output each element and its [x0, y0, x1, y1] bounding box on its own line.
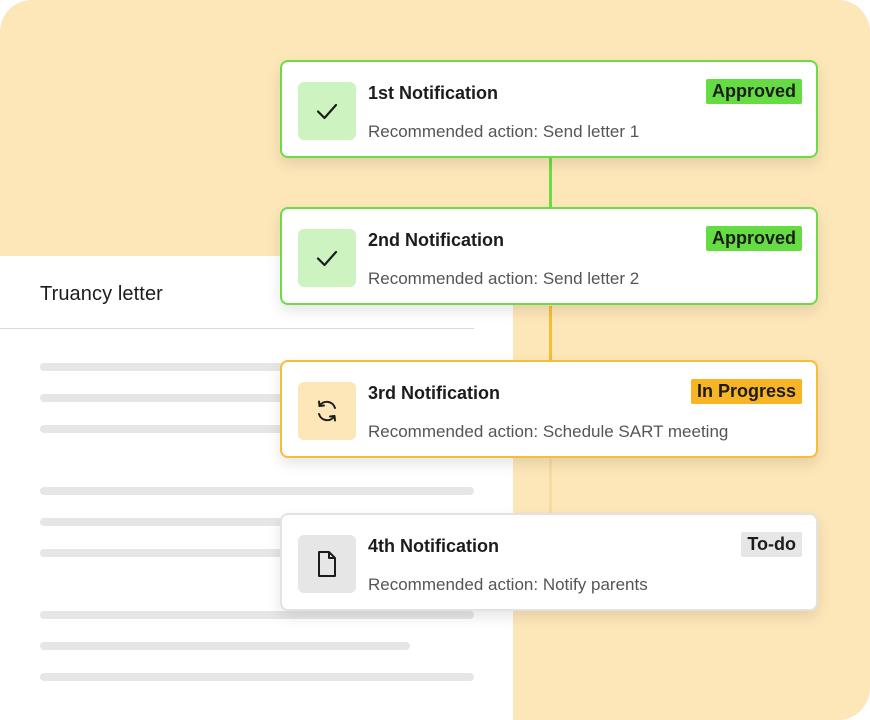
notification-title: 3rd Notification	[368, 383, 501, 403]
recommended-action: Recommended action: Notify parents	[368, 575, 648, 594]
recommended-action: Recommended action: Schedule SART meetin…	[368, 422, 729, 441]
notification-card-4[interactable]: 4th Notification Recommended action: Not…	[280, 513, 818, 611]
recommended-action: Recommended action: Send letter 2	[368, 269, 640, 288]
notification-card-1[interactable]: 1st Notification Recommended action: Sen…	[280, 60, 818, 158]
notification-card-3[interactable]: 3rd Notification Recommended action: Sch…	[280, 360, 818, 458]
notification-card-2[interactable]: 2nd Notification Recommended action: Sen…	[280, 207, 818, 305]
status-badge: To-do	[741, 532, 802, 557]
timeline-connector	[549, 158, 552, 208]
timeline-connector	[549, 459, 552, 514]
notification-title: 1st Notification	[368, 83, 499, 103]
check-icon	[298, 229, 356, 287]
document-divider	[0, 328, 474, 329]
recommended-action: Recommended action: Send letter 1	[368, 122, 640, 141]
document-preview: Truancy letter	[0, 256, 513, 720]
status-badge: Approved	[705, 226, 802, 251]
text-placeholder-line	[40, 487, 474, 495]
text-placeholder-line	[40, 611, 474, 619]
status-badge: In Progress	[690, 379, 802, 404]
status-badge: Approved	[705, 79, 802, 104]
text-placeholder-line	[40, 673, 474, 681]
check-icon	[298, 82, 356, 140]
refresh-icon	[298, 382, 356, 440]
document-title: Truancy letter	[40, 283, 163, 305]
timeline-connector	[549, 306, 552, 361]
text-placeholder-line	[40, 642, 410, 650]
document-icon	[298, 535, 356, 593]
notification-title: 2nd Notification	[368, 230, 504, 250]
notification-title: 4th Notification	[368, 536, 499, 556]
